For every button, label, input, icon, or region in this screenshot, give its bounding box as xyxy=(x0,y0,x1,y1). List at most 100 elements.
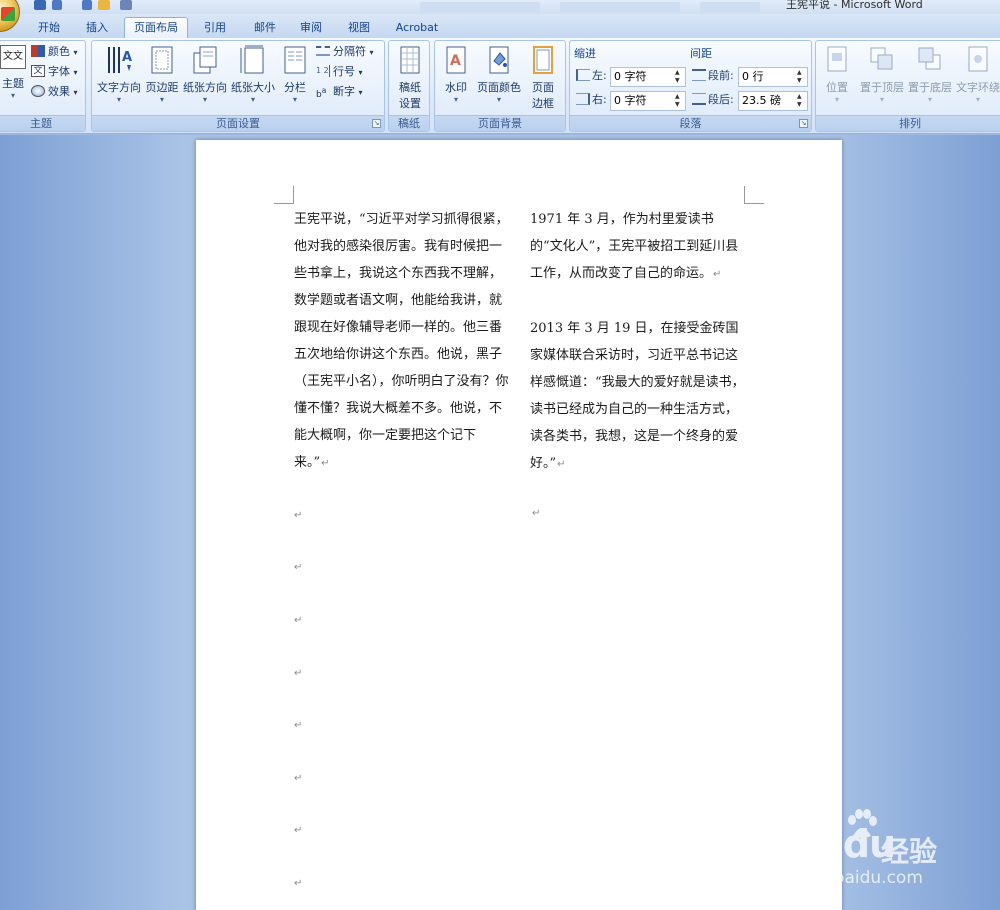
save-icon[interactable] xyxy=(34,0,46,10)
page-background-group: A 水印 ▾ 页面颜色 ▾ 页面 边框 页面背景 xyxy=(434,40,566,132)
ribbon: 文文 主题 ▾ 颜色 ▾ 文字体 ▾ 效果 ▾ 主题 A 文字方向 ▾ 页边距 xyxy=(0,38,1000,134)
paragraph-mark: ↵ xyxy=(557,459,566,470)
text-wrapping-button[interactable]: 文字环绕 ▾ xyxy=(954,45,1000,105)
manuscript-icon xyxy=(396,45,424,75)
margins-icon xyxy=(148,45,176,75)
tab-insert[interactable]: 插入 xyxy=(74,18,120,38)
left-paragraph[interactable]: 王宪平说，“习近平对学习抓得很紧，他对我的感染很厉害。我有时候把一些书拿上，我说… xyxy=(294,206,510,477)
page-color-button[interactable]: 页面颜色 ▾ xyxy=(475,45,523,105)
orientation-button[interactable]: 纸张方向 ▾ xyxy=(182,45,228,105)
manuscript-settings-button[interactable]: 稿纸 设置 xyxy=(393,45,427,111)
breaks-icon xyxy=(316,46,330,56)
taskbar-blur xyxy=(560,2,680,12)
bring-to-front-icon xyxy=(868,45,896,75)
empty-paragraph-mark: ↵ xyxy=(294,825,303,836)
theme-colors-button[interactable]: 颜色 ▾ xyxy=(31,43,78,61)
line-numbers-button[interactable]: 1 2 行号 ▾ xyxy=(316,63,363,81)
page-borders-button[interactable]: 页面 边框 xyxy=(527,45,559,111)
size-button[interactable]: 纸张大小 ▾ xyxy=(230,45,276,105)
page-borders-icon xyxy=(529,45,557,75)
taskbar-blur xyxy=(700,2,760,12)
theme-effects-button[interactable]: 效果 ▾ xyxy=(31,83,78,101)
hyphenation-button[interactable]: ba 断字 ▾ xyxy=(316,83,363,101)
spacing-after-input[interactable]: 23.5 磅 ▲ ▼ xyxy=(738,91,808,111)
page-setup-group: A 文字方向 ▾ 页边距 ▾ 纸张方向 ▾ 纸张大小 ▾ 分栏 ▾ 分隔符 ▾ … xyxy=(91,40,385,132)
paragraph-group-label: 段落 xyxy=(570,115,811,131)
window-title: 王宪平说 - Microsoft Word xyxy=(786,0,923,11)
indent-left-icon xyxy=(576,69,590,81)
empty-paragraph-mark: ↵ xyxy=(294,562,303,573)
spacing-before-row: 段前: 0 行 ▲ ▼ xyxy=(692,67,810,87)
margins-button[interactable]: 页边距 ▾ xyxy=(144,45,180,105)
page-setup-dialog-launcher[interactable]: ↘ xyxy=(372,119,381,128)
tab-view[interactable]: 视图 xyxy=(336,18,382,38)
line-numbers-icon: 1 2 xyxy=(316,65,330,77)
spin-arrows-icon[interactable]: ▲ ▼ xyxy=(675,69,683,85)
right-column[interactable]: 1971 年 3 月，作为村里爱读书的“文化人”，王宪平被招工到延川县工作，从而… xyxy=(530,206,746,505)
document-page[interactable]: 王宪平说，“习近平对学习抓得很紧，他对我的感染很厉害。我有时候把一些书拿上，我说… xyxy=(196,140,842,910)
margin-corner-mark xyxy=(274,186,294,204)
paragraph-dialog-launcher[interactable]: ↘ xyxy=(799,119,808,128)
themes-icon: 文文 xyxy=(0,45,26,69)
orientation-icon xyxy=(191,45,219,75)
paragraph-mark: ↵ xyxy=(321,458,330,469)
indent-heading: 缩进 xyxy=(574,47,596,60)
right-paragraph-2[interactable]: 2013 年 3 月 19 日，在接受金砖国家媒体联合采访时，习近平总书记这样感… xyxy=(530,315,746,478)
empty-paragraph-mark: ↵ xyxy=(294,668,303,679)
spin-arrows-icon[interactable]: ▲ ▼ xyxy=(675,93,683,109)
spin-arrows-icon[interactable]: ▲ ▼ xyxy=(797,69,805,85)
empty-paragraph-mark: ↵ xyxy=(532,508,541,519)
baidu-jingyan-watermark: Bai du 经验 jingyan.baidu.com xyxy=(766,808,996,908)
indent-right-input[interactable]: 0 字符 ▲ ▼ xyxy=(610,91,686,111)
taskbar-blur xyxy=(420,2,540,12)
tab-review[interactable]: 审阅 xyxy=(288,18,334,38)
svg-text:A: A xyxy=(450,53,461,69)
left-column[interactable]: 王宪平说，“习近平对学习抓得很紧，他对我的感染很厉害。我有时候把一些书拿上，我说… xyxy=(294,206,510,504)
undo-icon[interactable] xyxy=(52,0,62,10)
tab-mailings[interactable]: 邮件 xyxy=(242,18,288,38)
page-setup-group-label: 页面设置 xyxy=(92,115,384,131)
themes-button[interactable]: 文文 主题 ▾ xyxy=(0,45,27,101)
paragraph-group: 缩进 间距 左: 0 字符 ▲ ▼ 右: 0 字符 ▲ ▼ 段前: 0 行 ▲ ▼ 段后: … xyxy=(569,40,812,132)
position-button[interactable]: 位置 ▾ xyxy=(822,45,852,105)
indent-left-input[interactable]: 0 字符 ▲ ▼ xyxy=(610,67,686,87)
manuscript-group-label: 稿纸 xyxy=(389,115,429,131)
watermark-icon: A xyxy=(442,45,470,75)
bring-to-front-button[interactable]: 置于顶层 ▾ xyxy=(858,45,906,105)
page-color-icon xyxy=(485,45,513,75)
effects-icon xyxy=(31,85,45,97)
arrange-group-label: 排列 xyxy=(816,115,1000,131)
margin-corner-mark xyxy=(744,186,764,204)
theme-fonts-button[interactable]: 文字体 ▾ xyxy=(31,63,78,81)
tab-acrobat[interactable]: Acrobat xyxy=(388,18,446,38)
empty-paragraph-mark: ↵ xyxy=(294,878,303,889)
watermark-brand-cn: 经验 xyxy=(881,835,938,868)
watermark-brand: Bai du xyxy=(766,822,896,866)
colors-icon xyxy=(31,45,45,57)
columns-button[interactable]: 分栏 ▾ xyxy=(280,45,310,105)
tab-page-layout[interactable]: 页面布局 xyxy=(124,17,188,39)
position-icon xyxy=(823,45,851,75)
tab-references[interactable]: 引用 xyxy=(192,18,238,38)
hyphenation-icon: ba xyxy=(316,86,327,100)
send-to-back-button[interactable]: 置于底层 ▾ xyxy=(906,45,954,105)
spacing-before-input[interactable]: 0 行 ▲ ▼ xyxy=(738,67,808,87)
open-icon[interactable] xyxy=(98,0,110,10)
spacing-after-row: 段后: 23.5 磅 ▲ ▼ xyxy=(692,91,810,111)
redo-icon[interactable] xyxy=(82,0,92,10)
empty-paragraph-mark: ↵ xyxy=(294,720,303,731)
right-paragraph-1[interactable]: 1971 年 3 月，作为村里爱读书的“文化人”，王宪平被招工到延川县工作，从而… xyxy=(530,206,746,288)
indent-right-row: 右: 0 字符 ▲ ▼ xyxy=(576,91,686,111)
spacing-before-icon xyxy=(692,69,706,81)
office-logo-icon xyxy=(1,7,15,21)
size-icon xyxy=(239,45,267,75)
empty-paragraph-mark: ↵ xyxy=(294,615,303,626)
print-preview-icon[interactable] xyxy=(120,0,132,10)
spin-arrows-icon[interactable]: ▲ ▼ xyxy=(797,93,805,109)
title-bar: 王宪平说 - Microsoft Word xyxy=(0,0,1000,14)
watermark-button[interactable]: A 水印 ▾ xyxy=(441,45,471,105)
breaks-button[interactable]: 分隔符 ▾ xyxy=(316,43,374,61)
columns-icon xyxy=(281,45,309,75)
text-direction-button[interactable]: A 文字方向 ▾ xyxy=(96,45,142,105)
tab-home[interactable]: 开始 xyxy=(26,18,72,38)
